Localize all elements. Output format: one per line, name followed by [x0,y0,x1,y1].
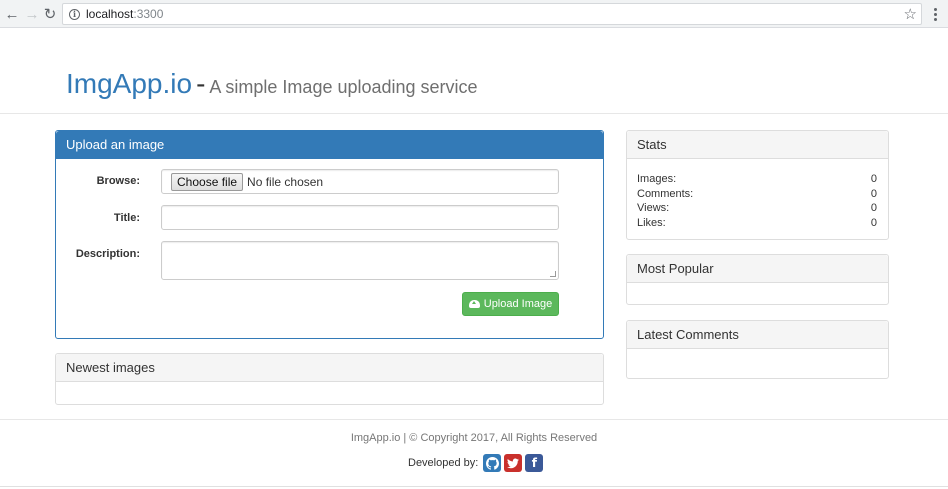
url-port: :3300 [133,7,164,21]
latest-comments-title: Latest Comments [627,321,888,349]
browse-label: Browse: [96,175,140,187]
newest-images-title: Newest images [56,354,603,382]
upload-button-label: Upload Image [483,298,553,310]
description-label: Description: [75,248,140,260]
description-textarea[interactable] [161,241,559,280]
twitter-icon[interactable] [504,454,523,472]
page-title: ImgApp.io - A simple Image uploading servi… [66,68,478,100]
address-bar[interactable]: i localhost:3300 ☆ [62,3,922,25]
stats-title: Stats [627,131,888,159]
file-input[interactable]: Choose file No file chosen [161,169,559,194]
choose-file-button[interactable]: Choose file [171,172,244,191]
brand-tagline: A simple Image uploading service [209,77,478,97]
title-label: Title: [113,212,140,224]
forward-arrow-icon[interactable]: → [22,4,42,24]
stat-label: Comments: [637,187,694,200]
stat-value: 0 [870,202,877,214]
latest-comments-panel: Latest Comments [626,320,889,379]
most-popular-panel: Most Popular [626,254,889,305]
newest-images-panel: Newest images [55,353,604,405]
upload-image-button[interactable]: Upload Image [462,292,559,316]
stats-panel: Stats Images: 0 Comments: 0 Views: 0 Lik… [626,130,889,240]
stat-row-views: Views: 0 [637,201,877,216]
back-arrow-icon[interactable]: ← [2,4,22,24]
stat-row-images: Images: 0 [637,172,877,187]
copyright-text: ImgApp.io | © Copyright 2017, All Rights… [350,432,598,444]
stats-list: Images: 0 Comments: 0 Views: 0 Likes: 0 [637,172,877,230]
stat-value: 0 [870,173,877,185]
developed-by-label: Developed by: [408,457,479,469]
cloud-upload-icon [468,300,480,308]
reload-icon[interactable]: ↻ [40,4,60,24]
bookmark-star-icon[interactable]: ☆ [904,5,917,23]
url-host: localhost [86,7,134,21]
most-popular-title: Most Popular [627,255,888,283]
upload-panel-title: Upload an image [56,131,603,159]
kebab-menu-icon[interactable] [928,4,942,24]
stat-value: 0 [870,216,877,229]
resize-handle-icon[interactable] [550,271,556,277]
stat-label: Images: [637,173,677,185]
page-footer: ImgApp.io | © Copyright 2017, All Rights… [0,419,948,489]
page-header: ImgApp.io - A simple Image uploading servi… [0,28,948,114]
browser-toolbar: ← → ↻ i localhost:3300 ☆ [0,0,948,28]
stat-row-comments: Comments: 0 [637,187,877,202]
facebook-icon[interactable]: f [525,454,544,472]
brand-separator: - [196,68,206,99]
github-icon[interactable] [483,454,502,472]
stat-label: Views: [637,202,670,214]
brand-link[interactable]: ImgApp.io [66,68,192,99]
file-status: No file chosen [247,174,324,189]
title-input[interactable] [161,205,559,230]
upload-panel: Upload an image Browse: Choose file No f… [55,130,604,339]
developed-by-row: Developed by: f [408,454,544,472]
info-icon[interactable]: i [69,8,80,20]
stat-row-likes: Likes: 0 [637,216,877,231]
stat-label: Likes: [637,216,666,229]
stat-value: 0 [870,187,877,200]
